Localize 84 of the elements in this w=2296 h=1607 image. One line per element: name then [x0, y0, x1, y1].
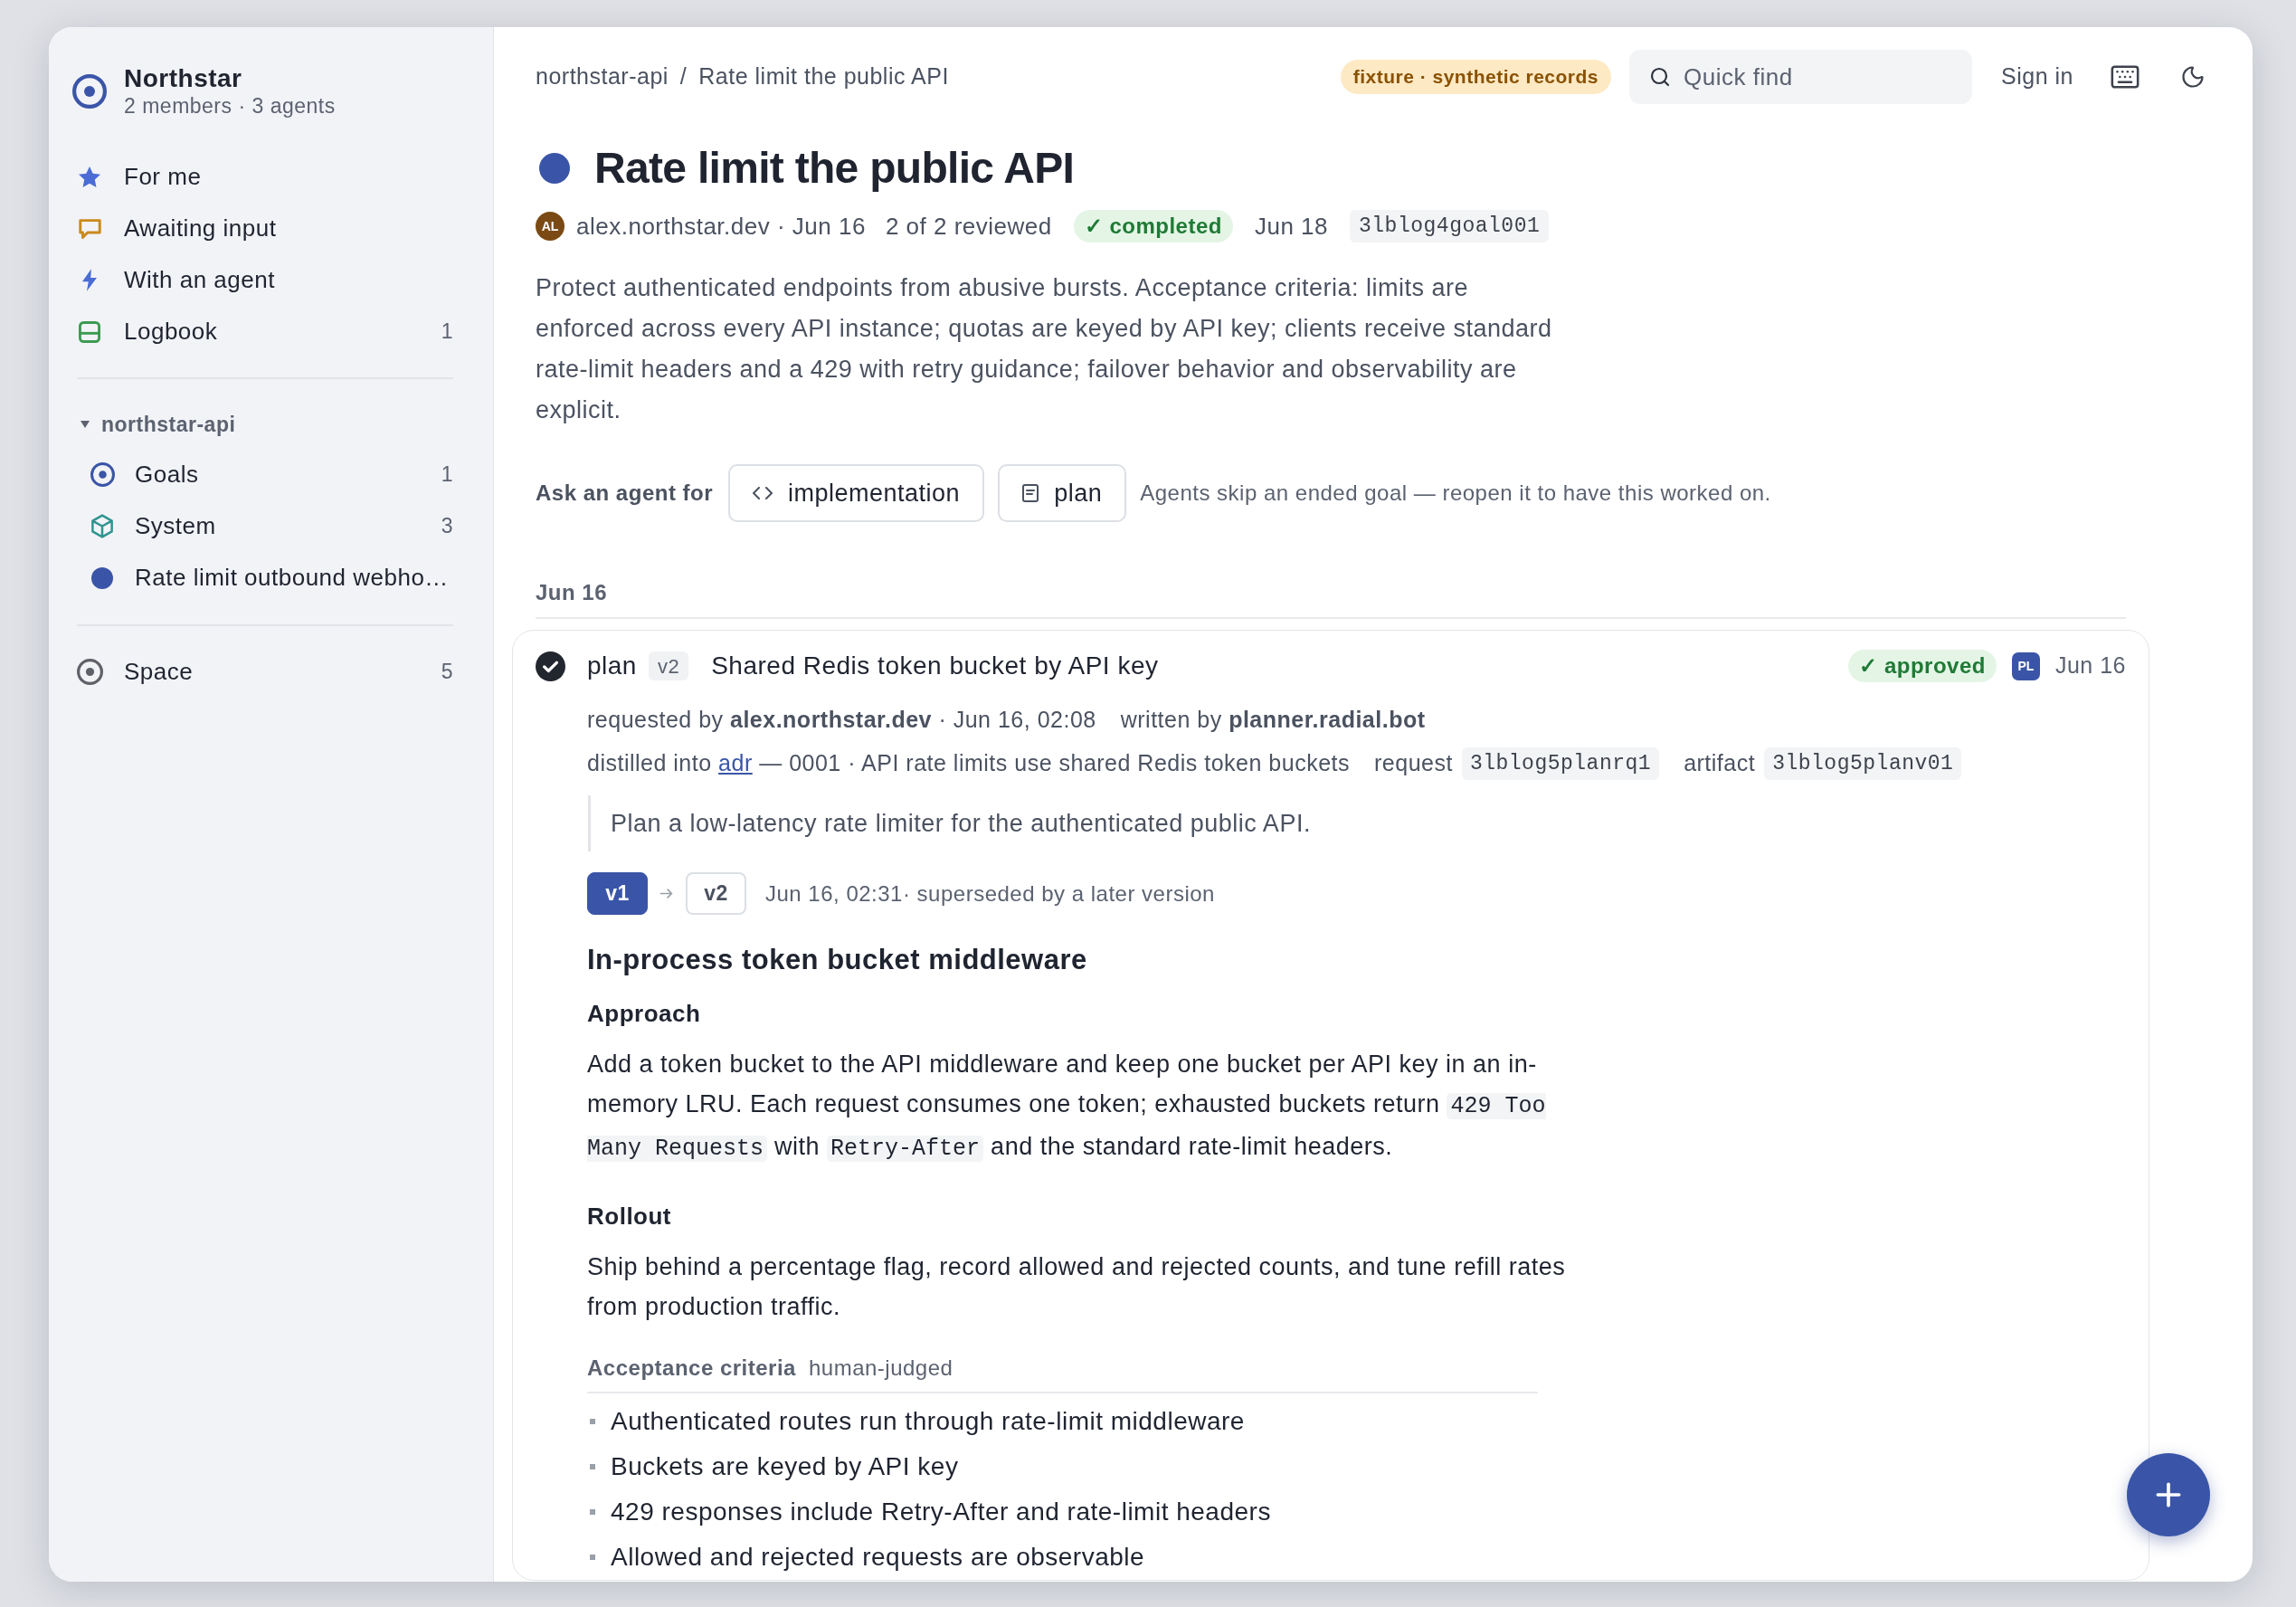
plan-heading: In-process token bucket middleware [587, 942, 1087, 977]
nav-item[interactable]: For me [72, 159, 202, 195]
speech-bubble-icon [78, 218, 101, 239]
bullet-icon [590, 1419, 595, 1424]
logo-icon [72, 74, 107, 109]
written-by-text: written by planner.radial.bot [1120, 706, 1426, 735]
target-icon [76, 659, 103, 685]
workspace-summary: 2 members · 3 agents [124, 93, 336, 119]
item-count: 1 [441, 319, 453, 346]
workspace-name: Northstar [124, 63, 243, 93]
review-count: 2 of 2 reviewed [885, 211, 1052, 242]
search-field[interactable]: Quick find [1629, 50, 1973, 104]
nav-item[interactable]: Space [72, 654, 194, 689]
date-heading: Jun 16 [536, 579, 608, 606]
nav-item[interactable]: Goals [85, 457, 199, 492]
project-name[interactable]: northstar-api [101, 408, 236, 441]
nav-item[interactable]: Logbook [72, 314, 218, 349]
nav-item[interactable]: With an agent [72, 262, 275, 298]
nav-item[interactable]: Awaiting input [72, 211, 277, 246]
theme-toggle-button[interactable] [2180, 64, 2206, 90]
version-badge: v2 [648, 651, 689, 680]
entry-date: Jun 16 [2054, 651, 2126, 680]
entry-type: plan [587, 651, 637, 681]
nav-item[interactable]: Rate limit outbound webho… [85, 560, 449, 595]
star-icon [79, 166, 100, 187]
breadcrumb-separator: / [679, 62, 688, 91]
version-tab[interactable]: v2 [686, 872, 746, 915]
adr-link[interactable]: adr [718, 750, 753, 776]
section-paragraph: Ship behind a percentage flag, record allowed and rejected counts, and tune refill rates from production traffic. [587, 1252, 1567, 1322]
ask-agent-button[interactable]: plan [998, 464, 1127, 522]
criteria-label: Acceptance criteria [587, 1355, 796, 1382]
approved-badge: ✓ approved [1848, 650, 1997, 682]
moon-icon [2180, 64, 2206, 90]
section-heading: Approach [587, 998, 701, 1029]
section-heading: Rollout [587, 1201, 672, 1231]
target-icon [90, 462, 115, 487]
bullet-icon [590, 1555, 595, 1560]
criterion-text: Authenticated routes run through rate-limit middleware [611, 1406, 1245, 1437]
lightning-bolt-icon [82, 269, 97, 291]
code-icon [753, 487, 773, 499]
goal-dot-icon [539, 153, 570, 184]
version-tab[interactable]: v1 [587, 872, 648, 915]
requested-by-text: requested by alex.northstar.dev · Jun 16, 02:08 [587, 706, 1096, 735]
ask-agent-label: Ask an agent for [536, 480, 714, 507]
breadcrumb-link[interactable]: northstar-api [536, 60, 669, 94]
goal-dot-icon [91, 566, 113, 589]
breadcrumb-current: Rate limit the public API [698, 62, 949, 91]
item-count: 5 [441, 659, 453, 686]
distilled-text: distilled into adr — 0001 · API rate limits use shared Redis token buckets [587, 749, 1350, 778]
due-date: Jun 18 [1254, 211, 1328, 242]
bullet-icon [590, 1509, 595, 1515]
completed-badge: ✓ completed [1073, 210, 1233, 242]
criterion-text: 429 responses include Retry-After and rate-limit headers [611, 1497, 1271, 1527]
entry-title: Shared Redis token bucket by API key [711, 651, 1159, 681]
bullet-icon [590, 1464, 595, 1469]
item-count: 1 [441, 461, 453, 489]
arrow-right-icon [659, 888, 674, 899]
agent-note: Agents skip an ended goal — reopen it to have this worked on. [1140, 480, 1771, 507]
item-count: 3 [441, 513, 453, 540]
reference-label: artifact [1684, 749, 1756, 778]
goal-byline: alex.northstar.dev · Jun 16 [576, 211, 866, 242]
goal-id: 3lblog4goal001 [1350, 210, 1550, 242]
reference-id: 3lblog5planv01 [1764, 747, 1962, 780]
reference-label: request [1374, 749, 1453, 778]
agent-avatar: PL [2011, 651, 2040, 680]
search-icon [1649, 66, 1672, 88]
user-avatar: AL [536, 212, 565, 241]
version-note: Jun 16, 02:31· superseded by a later version [765, 880, 1215, 908]
reference-id: 3lblog5planrq1 [1461, 747, 1660, 780]
cube-icon [91, 514, 113, 538]
fixture-badge: fixture · synthetic records [1340, 60, 1612, 94]
criteria-mode: human-judged [808, 1355, 954, 1382]
ask-agent-button[interactable]: implementation [728, 464, 985, 522]
prompt-quote: Plan a low-latency rate limiter for the authenticated public API. [588, 795, 1311, 851]
sign-in-button[interactable]: Sign in [2001, 60, 2073, 94]
goal-description: Protect authenticated endpoints from abusive bursts. Acceptance criteria: limits are enforced across every API instance; quotas are keyed by API key; clients receive standard rate-limit headers and a 429 with retry guidance; failover behavior and observability are explicit. [536, 273, 1553, 425]
criterion-text: Allowed and rejected requests are observable [611, 1542, 1145, 1573]
add-button[interactable] [2127, 1453, 2210, 1536]
caret-icon[interactable] [81, 421, 90, 428]
document-icon [1022, 484, 1039, 502]
nav-item[interactable]: System [85, 509, 216, 544]
goal-title: Rate limit the public API [594, 143, 1075, 194]
criterion-text: Buckets are keyed by API key [611, 1451, 959, 1482]
tray-icon [79, 320, 100, 343]
